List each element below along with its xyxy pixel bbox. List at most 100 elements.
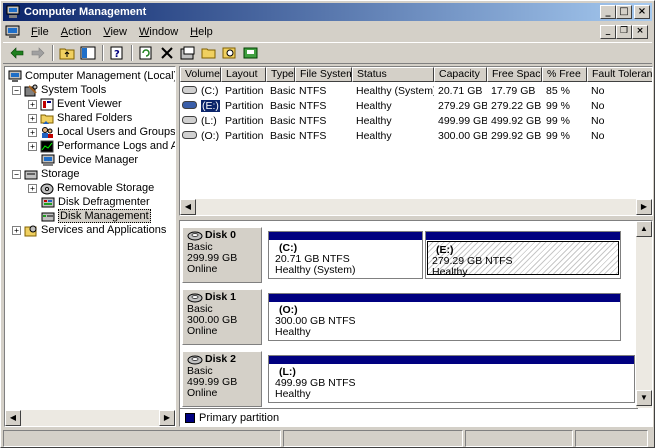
scroll-left-button[interactable]: ◀ bbox=[180, 199, 196, 215]
tree-item-event-viewer[interactable]: + Event Viewer bbox=[28, 97, 122, 111]
minimize-button[interactable]: _ bbox=[600, 5, 616, 19]
cell-file-system: NTFS bbox=[299, 84, 327, 97]
column-header-status[interactable]: Status bbox=[352, 67, 434, 82]
refresh-button[interactable] bbox=[136, 44, 156, 62]
partition-block[interactable]: (C:) 20.71 GB NTFS Healthy (System) bbox=[268, 231, 423, 279]
maximize-button[interactable]: □ bbox=[616, 5, 632, 19]
cell-volume: (C:) bbox=[180, 85, 221, 97]
disk-info[interactable]: Disk 2 Basic 499.99 GB Online bbox=[182, 351, 262, 407]
tree-item-services-applications[interactable]: + Services and Applications bbox=[12, 223, 166, 237]
menu-file[interactable]: File bbox=[25, 26, 55, 38]
up-one-level-button[interactable] bbox=[57, 44, 77, 62]
disk-name: Disk 0 bbox=[205, 229, 236, 241]
mdi-minimize-button[interactable]: _ bbox=[600, 25, 616, 39]
forward-button[interactable] bbox=[28, 44, 48, 62]
status-bar bbox=[3, 430, 652, 447]
partition-block[interactable]: (O:) 300.00 GB NTFS Healthy bbox=[268, 293, 621, 341]
menu-action-rest: ction bbox=[68, 26, 92, 38]
menu-help-rest: elp bbox=[198, 26, 213, 38]
properties-button[interactable]: ? bbox=[107, 44, 127, 62]
volume-row[interactable]: (L:) Partition Basic NTFS Healthy 499.99 GB 49… bbox=[180, 113, 652, 128]
tree-item-disk-management[interactable]: Disk Management bbox=[41, 209, 151, 223]
menu-action[interactable]: Action bbox=[55, 26, 98, 38]
column-header-capacity[interactable]: Capacity bbox=[434, 67, 487, 82]
partition-color-bar bbox=[269, 294, 620, 302]
tree-item-disk-defragmenter[interactable]: Disk Defragmenter bbox=[41, 195, 150, 209]
partition-body: (L:) 499.99 GB NTFS Healthy bbox=[269, 364, 634, 400]
scroll-up-button[interactable]: ▲ bbox=[636, 221, 652, 237]
disk-vertical-scrollbar[interactable]: ▲ ▼ bbox=[636, 221, 652, 408]
collapse-toggle[interactable]: − bbox=[12, 169, 21, 179]
disk-row[interactable]: Disk 0 Basic 299.99 GB Online (C:) 20.71 GB N… bbox=[182, 227, 638, 283]
scroll-down-button[interactable]: ▼ bbox=[636, 390, 652, 406]
disk-graphical-view[interactable]: Disk 0 Basic 299.99 GB Online (C:) 20.71 GB N… bbox=[179, 220, 653, 427]
volume-horizontal-scrollbar[interactable]: ◀ ▶ bbox=[180, 199, 652, 215]
volume-row[interactable]: (C:) Partition Basic NTFS Healthy (System) 20… bbox=[180, 83, 652, 98]
disk-info[interactable]: Disk 1 Basic 300.00 GB Online bbox=[182, 289, 262, 345]
disk-row[interactable]: Disk 2 Basic 499.99 GB Online (L:) 499.99 GB … bbox=[182, 351, 638, 407]
tree-item-local-users-groups[interactable]: + Local Users and Groups bbox=[28, 125, 175, 139]
expand-toggle[interactable]: + bbox=[12, 225, 21, 235]
tree-item-computer-management[interactable]: Computer Management (Local) bbox=[8, 69, 175, 83]
disk-row[interactable]: Disk 1 Basic 300.00 GB Online (O:) 300.00 GB … bbox=[182, 289, 638, 345]
tree-item-shared-folders[interactable]: + Shared Folders bbox=[28, 111, 132, 125]
expand-toggle[interactable]: + bbox=[28, 127, 37, 137]
expand-toggle[interactable]: + bbox=[28, 141, 37, 151]
scroll-track[interactable] bbox=[196, 199, 636, 215]
tree-item-system-tools[interactable]: − System Tools bbox=[12, 83, 106, 97]
column-header-type[interactable]: Type bbox=[266, 67, 295, 82]
show-hide-tree-button[interactable] bbox=[78, 44, 98, 62]
volume-list[interactable]: Volume Layout Type File System Status Ca… bbox=[179, 66, 653, 216]
menu-view[interactable]: View bbox=[97, 26, 133, 38]
search-button[interactable] bbox=[220, 44, 240, 62]
tree-horizontal-scrollbar[interactable]: ◀ ▶ bbox=[5, 410, 175, 426]
partition-block[interactable]: (L:) 499.99 GB NTFS Healthy bbox=[268, 355, 635, 403]
column-header-percent-free[interactable]: % Free bbox=[542, 67, 587, 82]
menu-window[interactable]: Window bbox=[133, 26, 184, 38]
disk-info[interactable]: Disk 0 Basic 299.99 GB Online bbox=[182, 227, 262, 283]
mdi-restore-button[interactable]: ❐ bbox=[616, 25, 632, 39]
volume-row[interactable]: (E:) Partition Basic NTFS Healthy 279.29 GB 27… bbox=[180, 98, 652, 113]
menu-help[interactable]: Help bbox=[184, 26, 219, 38]
tree-item-removable-storage[interactable]: + Removable Storage bbox=[28, 181, 154, 195]
performance-logs-icon bbox=[40, 140, 54, 152]
column-header-volume[interactable]: Volume bbox=[180, 67, 221, 82]
expand-toggle[interactable]: + bbox=[28, 183, 37, 193]
scroll-track[interactable] bbox=[636, 237, 652, 390]
menu-window-underline: W bbox=[139, 26, 150, 38]
open-folder-button[interactable] bbox=[199, 44, 219, 62]
mdi-close-button[interactable]: × bbox=[632, 25, 648, 39]
toolbar: ? bbox=[3, 42, 652, 64]
disk-icon bbox=[187, 231, 203, 240]
partition-status: Healthy (System) bbox=[275, 264, 356, 276]
partition-block[interactable]: (E:) 279.29 GB NTFS Healthy bbox=[425, 231, 621, 279]
tree-item-device-manager[interactable]: Device Manager bbox=[41, 153, 138, 167]
close-button[interactable]: × bbox=[634, 5, 650, 19]
cell-type: Basic bbox=[270, 84, 295, 97]
scroll-left-button[interactable]: ◀ bbox=[5, 410, 21, 426]
scroll-right-button[interactable]: ▶ bbox=[159, 410, 175, 426]
delete-icon bbox=[161, 47, 173, 59]
disk-button[interactable] bbox=[241, 44, 261, 62]
column-header-file-system[interactable]: File System bbox=[295, 67, 352, 82]
tree-item-storage[interactable]: − Storage bbox=[12, 167, 80, 181]
volume-row[interactable]: (O:) Partition Basic NTFS Healthy 300.00 GB 29… bbox=[180, 128, 652, 143]
column-header-free-space[interactable]: Free Space bbox=[487, 67, 542, 82]
tree-item-performance-logs[interactable]: + Performance Logs and Alerts bbox=[28, 139, 175, 153]
collapse-toggle[interactable]: − bbox=[12, 85, 21, 95]
scroll-track[interactable] bbox=[21, 410, 159, 426]
back-button[interactable] bbox=[7, 44, 27, 62]
title-bar[interactable]: Computer Management _ □ × bbox=[3, 3, 652, 21]
cell-file-system: NTFS bbox=[299, 129, 327, 142]
cell-fault-tolerance: No bbox=[591, 84, 605, 97]
expand-toggle[interactable]: + bbox=[28, 113, 37, 123]
delete-button[interactable] bbox=[157, 44, 177, 62]
mmc-document-icon[interactable] bbox=[5, 25, 21, 39]
column-header-fault-tolerance[interactable]: Fault Toleranc bbox=[587, 67, 652, 82]
console-tree[interactable]: Computer Management (Local) − System Too… bbox=[4, 66, 176, 427]
expand-toggle[interactable]: + bbox=[28, 99, 37, 109]
scroll-right-button[interactable]: ▶ bbox=[636, 199, 652, 215]
help-topics-button[interactable] bbox=[178, 44, 198, 62]
tree-label-shared-folders: Shared Folders bbox=[57, 112, 133, 124]
column-header-layout[interactable]: Layout bbox=[221, 67, 266, 82]
